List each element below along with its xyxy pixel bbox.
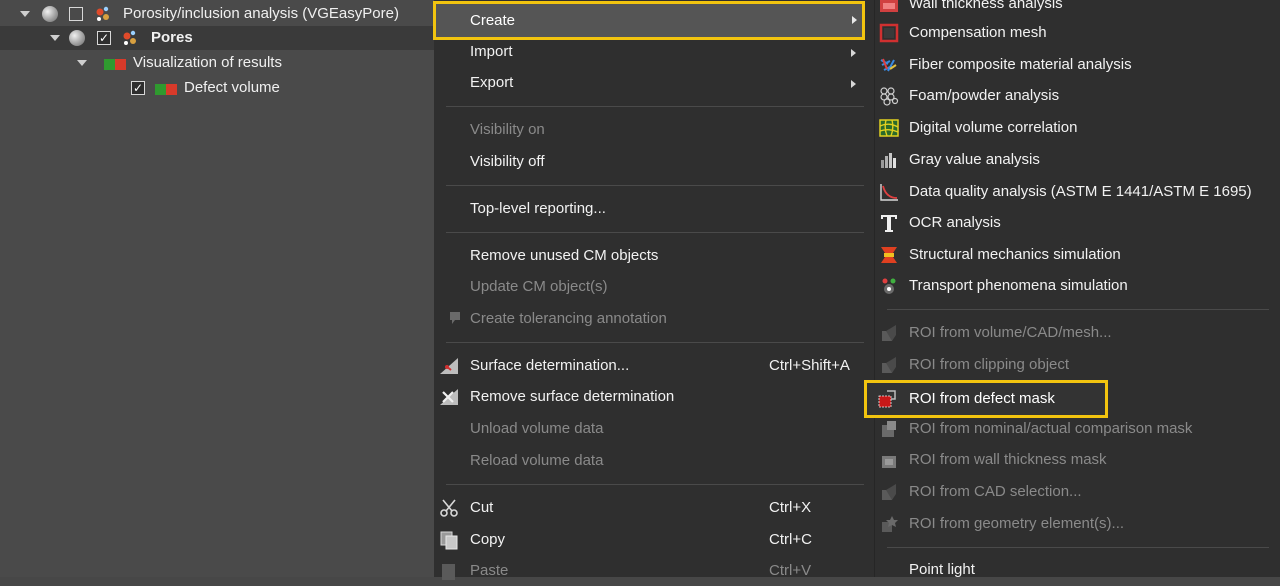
submenu-item-ocr[interactable]: OCR analysis [875,208,1280,238]
menu-item-visibility-off[interactable]: Visibility off [434,147,874,177]
pores-icon [123,30,136,45]
visibility-checkbox-checked[interactable]: ✓ [97,31,111,45]
scissors-icon [440,499,458,517]
submenu-item-compensation-mesh[interactable]: Compensation mesh [875,18,1280,48]
submenu-item-roi-nominal-actual[interactable]: ROI from nominal/actual comparison mask [875,414,1280,444]
wall-thickness-icon [880,0,898,12]
submenu-item-roi-defect-mask[interactable]: ROI from defect mask [864,380,1108,418]
menu-separator [446,342,864,343]
roi-wall-thickness-icon [882,456,896,468]
submenu-item-roi-wall-thickness[interactable]: ROI from wall thickness mask [875,445,1280,475]
submenu-arrow-icon [851,49,856,57]
menu-item-reload-volume[interactable]: Reload volume data [434,446,874,476]
surface-determination-icon [440,358,458,374]
roi-defect-mask-icon [878,390,896,408]
fiber-composite-icon [880,58,897,72]
tree-item-label: Visualization of results [133,54,282,71]
submenu-item-transport-phenomena[interactable]: Transport phenomena simulation [875,271,1280,301]
tree-item-label: Porosity/inclusion analysis (VGEasyPore) [123,5,399,22]
tree-item-defect-volume[interactable]: ✓ Defect volume [0,76,434,100]
submenu-item-structural-mechanics[interactable]: Structural mechanics simulation [875,240,1280,270]
visualization-icon [104,57,126,70]
submenu-item-roi-volume-cad-mesh[interactable]: ROI from volume/CAD/mesh... [875,318,1280,348]
submenu-item-dvc[interactable]: Digital volume correlation [875,113,1280,143]
annotation-icon [450,312,460,324]
submenu-item-wall-thickness[interactable]: Wall thickness analysis [875,0,1280,19]
ocr-text-icon [881,215,897,232]
submenu-item-fiber-composite[interactable]: Fiber composite material analysis [875,50,1280,80]
context-menu: Import Export Visibility on Visibility o… [434,0,874,580]
expand-triangle-icon[interactable] [50,35,60,41]
roi-clipping-icon [882,357,896,373]
create-submenu: Wall thickness analysis Compensation mes… [874,0,1280,578]
roi-cad-selection-icon [882,484,896,500]
porosity-analysis-icon [96,6,109,21]
submenu-item-roi-geometry-element[interactable]: ROI from geometry element(s)... [875,509,1280,539]
tree-item-porosity-analysis[interactable]: Porosity/inclusion analysis (VGEasyPore) [0,2,434,26]
defect-volume-icon [155,82,177,95]
roi-volume-icon [882,325,896,341]
submenu-item-roi-cad-selection[interactable]: ROI from CAD selection... [875,477,1280,507]
paste-icon [442,564,455,580]
expand-triangle-icon[interactable] [77,60,87,66]
menu-item-visibility-on[interactable]: Visibility on [434,115,874,145]
menu-separator [446,106,864,107]
submenu-separator [887,547,1269,548]
submenu-item-label: ROI from defect mask [909,390,1055,407]
menu-item-top-level-reporting[interactable]: Top-level reporting... [434,194,874,224]
object-tree-panel: Porosity/inclusion analysis (VGEasyPore)… [0,0,434,577]
menu-separator [446,185,864,186]
submenu-item-gray-value[interactable]: Gray value analysis [875,145,1280,175]
submenu-item-point-light[interactable]: Point light [875,555,1280,585]
menu-item-create-tolerancing[interactable]: Create tolerancing annotation [434,304,874,334]
submenu-arrow-icon [851,80,856,88]
menu-item-cut[interactable]: Cut Ctrl+X [434,493,874,523]
menu-separator [446,484,864,485]
tree-item-label: Defect volume [184,79,280,96]
menu-item-surface-determination[interactable]: Surface determination... Ctrl+Shift+A [434,351,874,381]
roi-geometry-element-icon [882,516,898,532]
copy-icon [440,531,458,550]
tree-item-label: Pores [151,29,193,46]
roi-nominal-actual-icon [882,421,896,437]
structural-mechanics-icon [881,247,897,263]
submenu-item-data-quality[interactable]: Data quality analysis (ASTM E 1441/ASTM … [875,177,1280,207]
submenu-item-roi-clipping[interactable]: ROI from clipping object [875,350,1280,380]
menu-item-remove-unused-cm[interactable]: Remove unused CM objects [434,241,874,271]
menu-item-copy[interactable]: Copy Ctrl+C [434,525,874,555]
tree-item-pores[interactable]: ✓ Pores [0,26,434,50]
menu-item-update-cm[interactable]: Update CM object(s) [434,272,874,302]
submenu-arrow-icon [852,16,857,24]
menu-item-create[interactable]: Create [433,1,865,40]
remove-surface-determination-icon [440,389,458,405]
expand-triangle-icon[interactable] [20,11,30,17]
submenu-item-foam-powder[interactable]: Foam/powder analysis [875,81,1280,111]
visibility-sphere-icon[interactable] [42,6,58,22]
menu-item-label: Create [470,12,516,29]
visibility-sphere-icon[interactable] [69,30,85,46]
menu-separator [446,232,864,233]
submenu-separator [887,309,1269,310]
visibility-checkbox[interactable] [69,7,83,21]
menu-item-export[interactable]: Export [434,68,874,98]
visibility-checkbox-checked[interactable]: ✓ [131,81,145,95]
foam-powder-icon [880,87,899,106]
transport-phenomena-icon [882,278,896,294]
menu-item-remove-surface-determination[interactable]: Remove surface determination [434,382,874,412]
compensation-mesh-icon [879,23,899,43]
data-quality-icon [880,184,898,201]
menu-item-paste[interactable]: Paste Ctrl+V [434,556,874,586]
menu-item-import[interactable]: Import [434,37,874,67]
gray-value-histogram-icon [881,153,896,168]
menu-item-unload-volume[interactable]: Unload volume data [434,414,874,444]
tree-item-visualization[interactable]: Visualization of results [0,51,434,75]
digital-volume-correlation-icon [879,119,899,137]
